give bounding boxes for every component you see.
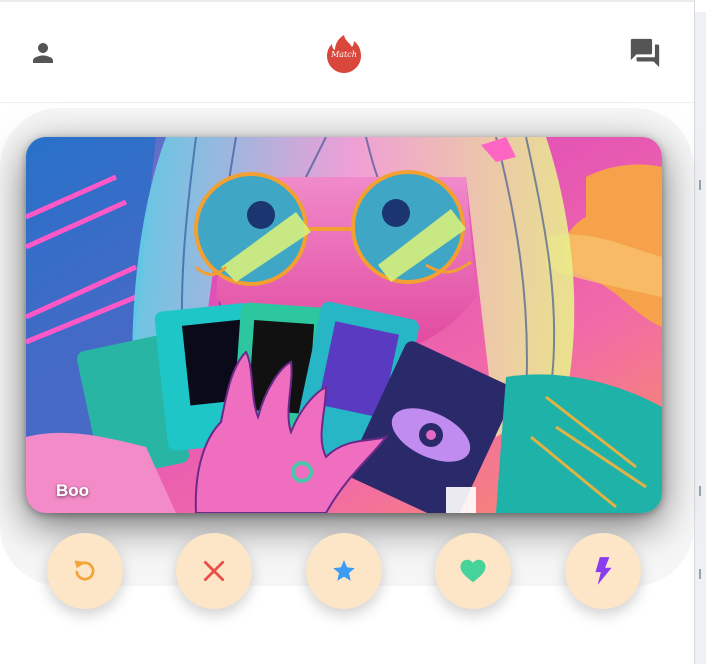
- undo-icon: [74, 560, 95, 581]
- boost-button[interactable]: [565, 533, 641, 609]
- heart-icon: [460, 559, 486, 583]
- scroll-marker: [699, 569, 701, 579]
- nope-button[interactable]: [176, 533, 252, 609]
- close-icon: [203, 560, 225, 582]
- scroll-marker: [699, 486, 701, 496]
- scroll-marker: [699, 180, 701, 190]
- person-icon: [33, 43, 53, 63]
- app-header: Match: [0, 2, 694, 103]
- super-like-button[interactable]: [306, 533, 382, 609]
- logo-text: Match: [331, 50, 357, 59]
- lightning-icon: [595, 557, 612, 585]
- window-scrollbar[interactable]: [694, 0, 706, 664]
- profile-button[interactable]: [26, 36, 60, 70]
- app-logo[interactable]: Match: [324, 32, 364, 76]
- undo-button[interactable]: [47, 533, 123, 609]
- card-name: Boo: [56, 481, 90, 500]
- messages-button[interactable]: [626, 34, 664, 72]
- profile-photo: [26, 137, 662, 513]
- star-icon: [333, 560, 355, 581]
- like-button[interactable]: [435, 533, 511, 609]
- action-bar: [0, 533, 694, 609]
- forum-icon: [630, 38, 660, 68]
- profile-card[interactable]: Boo: [26, 137, 662, 513]
